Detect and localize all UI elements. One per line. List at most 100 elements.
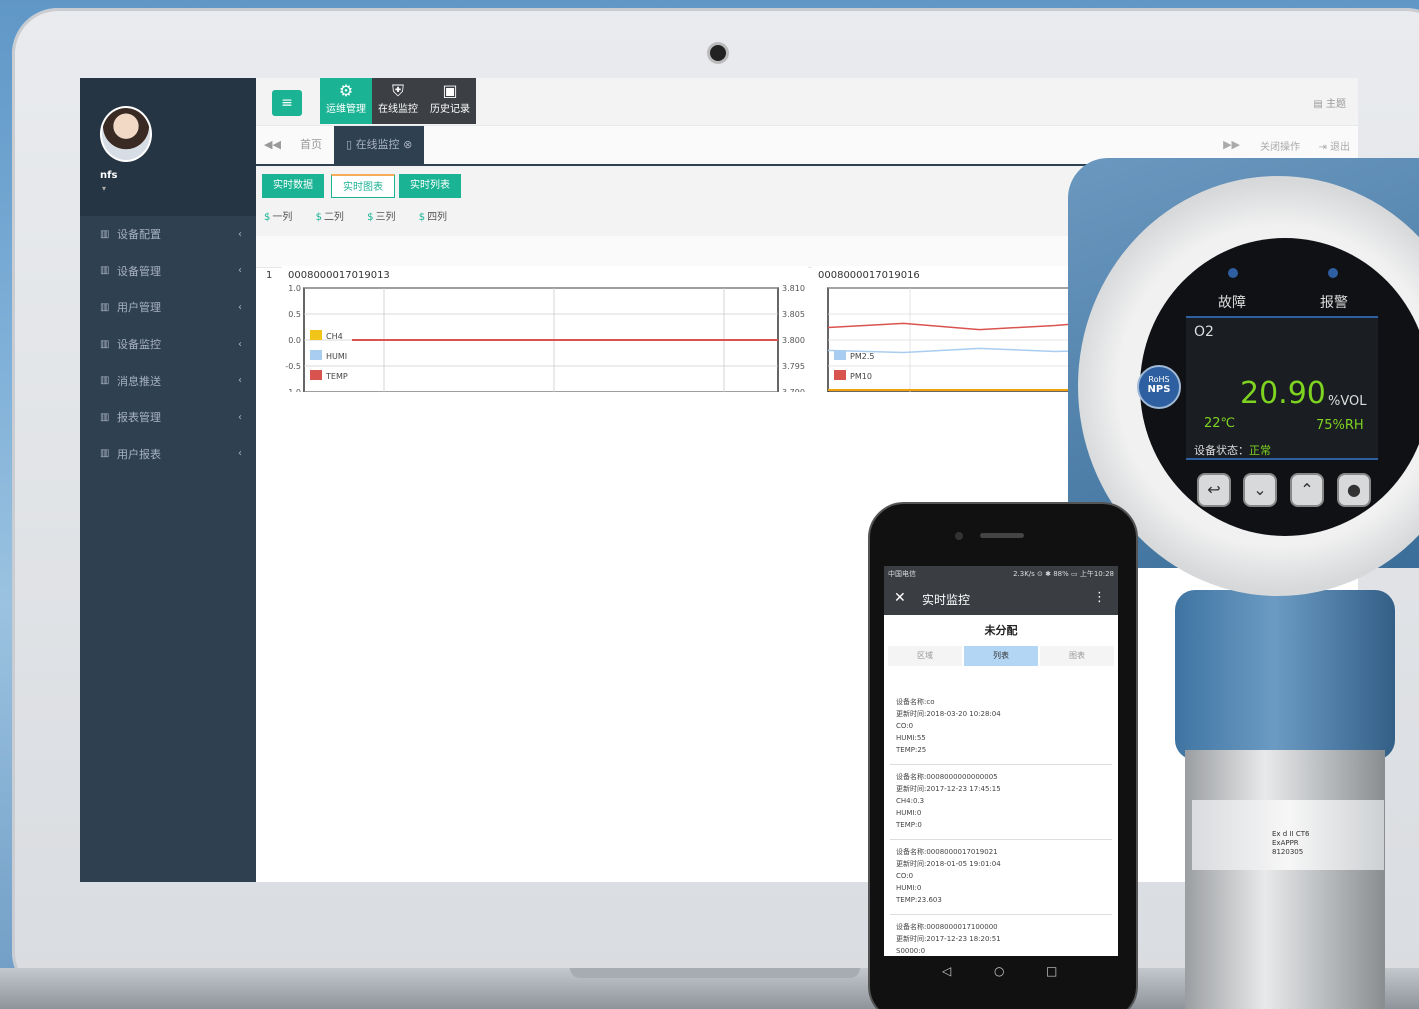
bar-chart-icon: ▥	[100, 448, 110, 460]
sidebar-item[interactable]: ▥ 设备配置 ‹	[80, 216, 256, 253]
dollar-icon: $	[418, 212, 426, 223]
module-label: 在线监控	[378, 104, 418, 115]
detector-neck	[1175, 590, 1395, 760]
row-number: 1	[266, 270, 273, 281]
chart-title: 0008000017019016	[818, 270, 920, 281]
bar-chart-icon: ▥	[100, 411, 110, 423]
phone-earpiece	[980, 533, 1024, 538]
chevron-left-icon: ‹	[238, 375, 242, 387]
legend-swatch	[310, 350, 322, 360]
badge-bottom: NPS	[1147, 384, 1171, 395]
y-right-tick-label: 3.790	[782, 388, 805, 392]
status-indicators: 2.3K/s ⊙ ✱ 88% ▭ 上午10:28	[1013, 570, 1114, 578]
column-two-option[interactable]: $ 二列	[316, 212, 354, 223]
carrier: 中国电信	[888, 570, 916, 578]
chevron-left-icon: ‹	[238, 301, 242, 313]
module-monitor[interactable]: ⛨ 在线监控	[372, 78, 424, 124]
list-item[interactable]: 设备名称:0008000017019021 更新时间:2018-01-05 19:…	[890, 840, 1112, 915]
tag-text: Ex d II CT6 ExAPPR 8120305	[1272, 830, 1310, 856]
column-three-option[interactable]: $ 三列	[367, 212, 405, 223]
badge-top: RoHS	[1148, 375, 1170, 384]
close-icon[interactable]: ✕	[894, 590, 906, 606]
sidebar-item[interactable]: ▥ 用户管理 ‹	[80, 289, 256, 326]
option-label: 三列	[375, 212, 396, 223]
phone-status-bar: 中国电信 2.3K/s ⊙ ✱ 88% ▭ 上午10:28	[884, 566, 1118, 583]
y-right-tick-label: 3.805	[782, 310, 805, 319]
grid-icon: ⚙	[338, 81, 354, 100]
phone-front-camera	[955, 532, 963, 540]
alarm-label: 报警	[1320, 295, 1348, 311]
list-item-line: HUMI:55	[896, 734, 926, 742]
module-history[interactable]: ▣ 历史记录	[424, 78, 476, 124]
dollar-icon: $	[315, 212, 322, 223]
phone-tab-chart[interactable]: 图表	[1040, 646, 1114, 666]
subtab-realtime-data[interactable]: 实时数据	[262, 174, 324, 198]
phone-device-list: 设备名称:co 更新时间:2018-03-20 10:28:04 CO:0 HUMI:…	[890, 690, 1112, 966]
sidebar: nfs ▾ ▥ 设备配置 ‹ ▥ 设备管理 ‹ ▥ 用户管理 ‹ ▥ 设备监控 ‹ ▥ 消息推送 ‹ ▥ 报表管…	[80, 78, 256, 882]
theme-button[interactable]: ▤ 主题	[1313, 95, 1346, 110]
column-four-option[interactable]: $ 四列	[419, 212, 457, 223]
theme-icon: ▤	[1313, 99, 1326, 110]
module-label: 运维管理	[326, 104, 366, 115]
legend-label: TEMP	[325, 372, 348, 381]
fault-label: 故障	[1218, 295, 1246, 311]
close-ops-button[interactable]: 关闭操作	[1260, 138, 1300, 153]
chevron-down-icon[interactable]: ⌄	[1243, 473, 1277, 507]
tab-home[interactable]: 首页	[288, 126, 334, 164]
phone-tab-region[interactable]: 区域	[888, 646, 962, 666]
chart-1: 1.0 0.5 0.0 -0.5 -1.0 3.810 3.805 3.800 3.795 3.7…	[285, 284, 805, 408]
dollar-icon: $	[367, 212, 374, 223]
list-item[interactable]: 设备名称:0008000000000005 更新时间:2017-12-23 17:…	[890, 765, 1112, 840]
sidebar-item[interactable]: ▥ 设备管理 ‹	[80, 253, 256, 290]
detector-stem	[1185, 750, 1385, 1009]
shield-icon: ⛨	[391, 81, 404, 100]
legend-label: PM10	[850, 372, 872, 381]
more-icon[interactable]: ⋮	[1093, 590, 1106, 605]
tab-scroll-right-icon[interactable]: ▶▶	[1223, 138, 1240, 151]
phone-title: 实时监控	[922, 593, 971, 607]
dollar-icon: $	[264, 212, 271, 223]
sidebar-item[interactable]: ▥ 报表管理 ‹	[80, 399, 256, 436]
option-label: 四列	[427, 212, 448, 223]
recents-square-icon[interactable]: □	[1046, 964, 1057, 978]
list-item-line: 设备名称:0008000017019021	[896, 848, 998, 856]
sidebar-item-label: 设备配置	[117, 228, 161, 242]
back-icon[interactable]: ↩	[1197, 473, 1231, 507]
avatar[interactable]	[100, 106, 152, 162]
bar-chart-icon: ▥	[100, 228, 110, 240]
logout-button[interactable]: ⇥ 退出	[1318, 138, 1350, 153]
option-label: 二列	[323, 212, 344, 223]
chevron-left-icon: ‹	[238, 338, 242, 350]
user-name[interactable]: nfs	[100, 170, 117, 181]
column-options: $ 一列 $ 二列 $ 三列 $ 四列	[264, 208, 467, 223]
enter-icon[interactable]: ●	[1337, 473, 1371, 507]
subtab-realtime-chart[interactable]: 实时图表	[331, 174, 395, 198]
home-circle-icon[interactable]: ○	[994, 964, 1004, 978]
sidebar-item[interactable]: ▥ 设备监控 ‹	[80, 326, 256, 363]
phone-nav-bar: ◁ ○ □	[884, 956, 1118, 990]
tab-scroll-left-icon[interactable]: ◀◀	[264, 138, 281, 151]
chevron-left-icon: ‹	[238, 228, 242, 240]
back-triangle-icon[interactable]: ◁	[942, 964, 951, 978]
list-item-line: TEMP:25	[896, 746, 927, 754]
caret-down-icon[interactable]: ▾	[102, 184, 106, 193]
chevron-left-icon: ‹	[238, 265, 242, 277]
column-one-option[interactable]: $ 一列	[264, 212, 302, 223]
module-ops[interactable]: ⚙ 运维管理	[320, 78, 372, 124]
sidebar-item-label: 用户管理	[117, 301, 161, 315]
tab-online-monitor[interactable]: ▯ 在线监控 ⊗	[334, 126, 425, 164]
list-item-line: 更新时间:2017-12-23 17:45:15	[896, 785, 1001, 793]
document-icon: ▯	[346, 138, 356, 151]
sidebar-item[interactable]: ▥ 用户报表 ‹	[80, 436, 256, 473]
bar-chart-icon: ▥	[100, 265, 110, 277]
humidity: 75%RH	[1316, 418, 1364, 433]
device-status: 设备状态：正常	[1194, 442, 1271, 458]
y-tick-label: 1.0	[288, 284, 301, 293]
menu-toggle-button[interactable]: ≡	[272, 90, 302, 116]
phone-tab-list[interactable]: 列表	[964, 646, 1038, 666]
close-icon[interactable]: ⊗	[403, 138, 412, 151]
subtab-realtime-list[interactable]: 实时列表	[399, 174, 461, 198]
chevron-up-icon[interactable]: ⌃	[1290, 473, 1324, 507]
list-item[interactable]: 设备名称:co 更新时间:2018-03-20 10:28:04 CO:0 HUMI:…	[890, 690, 1112, 765]
sidebar-item[interactable]: ▥ 消息推送 ‹	[80, 362, 256, 399]
